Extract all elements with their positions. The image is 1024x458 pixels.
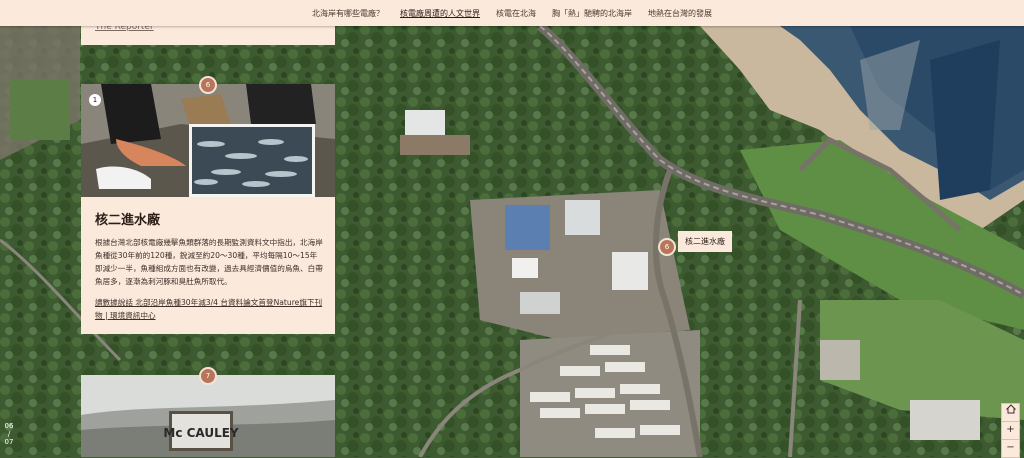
previous-story-card: The Reporter: [81, 22, 335, 45]
map-location-label: 核二進水廠: [678, 231, 732, 252]
nav-item-geothermal[interactable]: 地熱在台灣的發展: [640, 8, 720, 19]
read-more-link[interactable]: 讀數據說話 北部沿岸魚種30年減3/4 台資料論文首登Nature旗下刊物 | …: [95, 296, 323, 322]
story-card: 1 核二進水廠 根據台灣北部核電廠幾擊魚類群落的長期監測資料文中指出，北海岸魚種…: [81, 84, 335, 334]
story-title: 核二進水廠: [95, 213, 161, 228]
sign-text: Mc CAULEY: [163, 426, 239, 440]
next-story-photo: Mc CAULEY: [81, 375, 335, 457]
story-marker[interactable]: 6: [199, 76, 217, 94]
map-location-marker[interactable]: 6: [658, 238, 676, 256]
home-button[interactable]: [1001, 403, 1020, 422]
progress-total: 07: [4, 438, 14, 446]
top-navigation: 北海岸有哪些電廠？ 核電廠周遭的人文世界 核電在北海 胸「熱」馳騁的北海岸 地熱…: [0, 0, 1024, 26]
zoom-out-button[interactable]: −: [1001, 439, 1020, 458]
progress-current: 06: [4, 422, 14, 430]
story-progress: 06 / 07: [2, 422, 16, 446]
nav-item-hot-north-coast[interactable]: 胸「熱」馳騁的北海岸: [544, 8, 640, 19]
zoom-in-button[interactable]: +: [1001, 421, 1020, 440]
story-photo: 1: [81, 84, 335, 197]
home-icon: [1005, 404, 1016, 414]
nav-item-power-plants[interactable]: 北海岸有哪些電廠？: [304, 8, 392, 19]
story-description: 根據台灣北部核電廠幾擊魚類群落的長期監測資料文中指出，北海岸魚種從30年前的12…: [95, 238, 323, 286]
progress-divider: /: [7, 430, 11, 438]
nav-item-nuclear-north-coast[interactable]: 核電在北海: [488, 8, 544, 19]
next-story-card[interactable]: Mc CAULEY: [81, 375, 335, 457]
nav-item-nuclear-humanities[interactable]: 核電廠周遭的人文世界: [392, 8, 488, 19]
photo-index-badge: 1: [89, 94, 101, 106]
next-story-marker[interactable]: 7: [199, 367, 217, 385]
